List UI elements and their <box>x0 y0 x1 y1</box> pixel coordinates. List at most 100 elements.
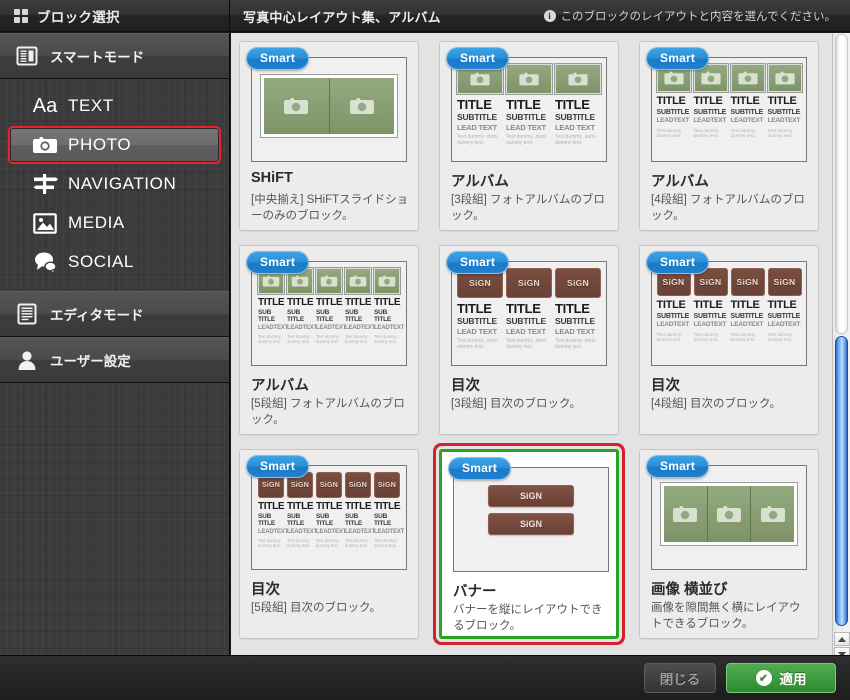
sidebar-section-label: スマートモード <box>50 50 145 65</box>
preview-subtitle: SUB TITLE <box>316 513 334 527</box>
preview-banner-bar: SiGN <box>488 513 574 535</box>
preview-subtitle: SUB TITLE <box>374 513 392 527</box>
sidebar-item-photo[interactable]: PHOTO <box>8 126 221 164</box>
preview-subtitle: SUB TITLE <box>258 513 276 527</box>
title-bar-left: ブロック選択 <box>0 0 230 32</box>
block-card-description: [4段組] フォトアルバムのブロック。 <box>651 194 805 222</box>
smart-mode-icon <box>15 44 39 68</box>
preview-body-text: Text dummy .dumi dummy text. <box>555 134 596 147</box>
preview-sign-thumb: SiGN <box>374 472 400 498</box>
preview-album-column: SiGN TITLE SUBTITLE LEAD TEXT Text dummy .du… <box>555 268 601 351</box>
preview-lead-text: LEADTEXT <box>316 529 347 535</box>
preview-subtitle: SUBTITLE <box>506 112 546 122</box>
preview-album-row: SiGN TITLE SUBTITLE LEAD TEXT Text dummy .du… <box>452 262 606 365</box>
preview-lead-text: LEADTEXT <box>287 529 318 535</box>
preview-lead-text: LEAD TEXT <box>506 326 546 336</box>
preview-album-column: SiGN TITLE SUB TITLE LEADTEXT Text dummy dum… <box>345 472 376 549</box>
block-card-description: [3段組] 目次のブロック。 <box>451 398 582 410</box>
preview-album-column: TITLE SUB TITLE LEADTEXT Text dummy dummy t… <box>316 268 347 345</box>
preview-photo-thumb <box>767 64 802 92</box>
block-card[interactable]: Smart TITLE SUB TITLE LEADTEXT Text dummy du… <box>239 245 419 435</box>
scrollbar-track-upper[interactable] <box>835 34 848 334</box>
block-card[interactable]: Smart SiGN TITLE SUB TITLE LEADTEXT Text dumm… <box>239 449 419 639</box>
preview-body-text: Text dummy dummy text. <box>656 331 682 343</box>
block-card-description: [5段組] フォトアルバムのブロック。 <box>251 398 405 426</box>
preview-album-row: TITLE SUBTITLE LEAD TEXT Text dummy .dumi d… <box>452 58 606 161</box>
scroll-up-arrow[interactable] <box>834 632 850 646</box>
preview-album-column: TITLE SUBTITLE LEADTEXT Text dummy dummy te… <box>767 64 802 139</box>
block-preview <box>651 465 807 570</box>
smart-badge: Smart <box>446 47 510 70</box>
block-card-title: 画像 横並び <box>651 582 728 598</box>
sidebar-section-smart-mode[interactable]: スマートモード <box>0 33 229 79</box>
sidebar-item-media[interactable]: MEDIA <box>10 204 219 242</box>
block-card[interactable]: Smart TITLE SUBTITLE LEAD TEXT Text dummy .d… <box>439 41 619 231</box>
smart-badge: Smart <box>646 455 710 478</box>
preview-subtitle: SUB TITLE <box>287 309 305 323</box>
preview-title: TITLE <box>345 501 372 512</box>
preview-lead-text: LEADTEXT <box>345 529 376 535</box>
preview-sign-thumb: SiGN <box>730 268 765 296</box>
preview-body-text: Text dummy dummy text. <box>693 127 719 139</box>
block-preview: SiGN SiGN <box>453 467 609 572</box>
apply-button[interactable]: ✔ 適用 <box>726 663 836 693</box>
block-card[interactable]: Smart TITLE SUBTITLE LEADTEXT Text dummy dum… <box>639 41 819 231</box>
preview-album-column: SiGN TITLE SUB TITLE LEADTEXT Text dummy dum… <box>258 472 288 549</box>
preview-lead-text: LEADTEXT <box>316 325 347 331</box>
sidebar-section-user-settings[interactable]: ユーザー設定 <box>0 337 229 383</box>
block-preview: TITLE SUBTITLE LEAD TEXT Text dummy .dumi d… <box>451 57 607 162</box>
block-card[interactable]: Smart SiGN SiGN バナー バナーを縦にレイアウトできるブロック。 <box>439 449 619 639</box>
block-card-title: アルバム <box>251 378 309 394</box>
preview-title: TITLE <box>730 299 760 311</box>
block-card[interactable]: Smart SiGN TITLE SUBTITLE LEAD TEXT Text dumm… <box>439 245 619 435</box>
preview-album-row: TITLE SUB TITLE LEADTEXT Text dummy dummy t… <box>252 262 406 365</box>
preview-album-column: TITLE SUB TITLE LEADTEXT Text dummy dummy t… <box>287 268 318 345</box>
block-card-grid: Smart SHiFT [中央揃え] SHiFTスライドショーのみのブロック。 Sma… <box>231 33 832 662</box>
preview-lead-text: LEADTEXT <box>258 325 289 331</box>
smart-badge: Smart <box>448 457 512 480</box>
scrollbar-thumb[interactable] <box>835 336 848 626</box>
preview-title: TITLE <box>506 301 541 316</box>
preview-lead-text: LEADTEXT <box>287 325 318 331</box>
block-card-description: [中央揃え] SHiFTスライドショーのみのブロック。 <box>251 194 409 222</box>
editor-mode-icon <box>15 302 39 326</box>
preview-title: TITLE <box>656 95 686 107</box>
sidebar-section-editor-mode[interactable]: エディタモード <box>0 291 229 337</box>
preview-album-column: SiGN TITLE SUBTITLE LEAD TEXT Text dummy .du… <box>457 268 503 351</box>
sidebar-section-label: ユーザー設定 <box>50 354 131 369</box>
block-card[interactable]: Smart SiGN TITLE SUBTITLE LEADTEXT Text dummy… <box>639 245 819 435</box>
preview-body-text: Text dummy dummy text. <box>316 538 339 549</box>
sidebar-item-text[interactable]: Aa TEXT <box>10 87 219 125</box>
preview-body-text: Text dummy dummy text. <box>345 538 368 549</box>
preview-body-text: Text dummy .dumi dummy text. <box>506 134 547 147</box>
sidebar-item-social[interactable]: SOCIAL <box>10 243 219 281</box>
preview-subtitle: SUBTITLE <box>730 109 764 116</box>
preview-lead-text: LEADTEXT <box>730 117 764 124</box>
preview-title: TITLE <box>374 501 401 512</box>
preview-title: TITLE <box>767 299 797 311</box>
preview-subtitle: SUB TITLE <box>374 309 392 323</box>
preview-album-row: TITLE SUBTITLE LEADTEXT Text dummy dummy te… <box>652 58 806 161</box>
block-card[interactable]: Smart 画像 横並び 画像を隙間無く横にレイアウトできるブロック。 <box>639 449 819 639</box>
block-preview: TITLE SUBTITLE LEADTEXT Text dummy dummy te… <box>651 57 807 162</box>
preview-album-column: TITLE SUB TITLE LEADTEXT Text dummy dummy t… <box>258 268 289 345</box>
preview-photo-cell <box>664 486 708 542</box>
preview-title: TITLE <box>693 95 723 107</box>
preview-body-text: Text dummy dummy text. <box>316 334 339 345</box>
block-card-description: バナーを縦にレイアウトできるブロック。 <box>453 604 603 632</box>
smart-badge: Smart <box>646 47 710 70</box>
smart-badge: Smart <box>246 455 310 478</box>
preview-subtitle: SUBTITLE <box>457 112 497 122</box>
preview-album-row: SiGN TITLE SUBTITLE LEADTEXT Text dummy dumm… <box>652 262 806 365</box>
panel-header: 写真中心レイアウト集、アルバム i このブロックのレイアウトと内容を選んでくださ… <box>231 0 850 32</box>
preview-title: TITLE <box>730 95 760 107</box>
smart-badge: Smart <box>246 251 310 274</box>
vertical-scrollbar[interactable] <box>832 33 850 662</box>
preview-photo-thumb <box>506 64 552 94</box>
main-panel: Smart SHiFT [中央揃え] SHiFTスライドショーのみのブロック。 Sma… <box>231 33 850 700</box>
block-card[interactable]: Smart SHiFT [中央揃え] SHiFTスライドショーのみのブロック。 <box>239 41 419 231</box>
close-button[interactable]: 閉じる <box>644 663 716 693</box>
sidebar-item-navigation[interactable]: NAVIGATION <box>10 165 219 203</box>
check-circle-icon: ✔ <box>755 670 772 686</box>
preview-album-column: TITLE SUBTITLE LEAD TEXT Text dummy .dumi d… <box>457 64 503 147</box>
